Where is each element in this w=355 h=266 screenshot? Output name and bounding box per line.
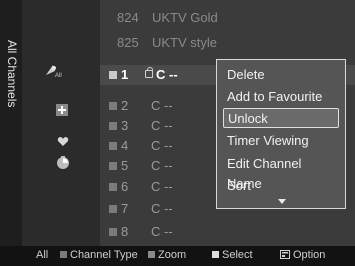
- channel-name: C --: [151, 98, 173, 113]
- zoom-key-icon: [148, 250, 155, 258]
- timer-icon[interactable]: [56, 156, 70, 170]
- channel-name: C --: [151, 138, 173, 153]
- select-key-icon: [212, 250, 219, 258]
- bottom-guide-bar: All Channel Type Zoom Select Option: [0, 246, 355, 266]
- channel-name: C --: [151, 118, 173, 133]
- channel-number: 824: [117, 10, 139, 25]
- channel-number: 6: [121, 179, 129, 194]
- list-item[interactable]: 8 C --: [100, 222, 355, 242]
- channel-type-icon: [109, 205, 117, 213]
- option-icon: [280, 249, 290, 259]
- channel-type-icon: [109, 102, 117, 110]
- channel-type-icon: [109, 183, 117, 191]
- channel-number: 2: [121, 98, 129, 113]
- menu-item-timer-viewing[interactable]: Timer Viewing: [223, 131, 339, 151]
- channel-name: UKTV Gold: [152, 10, 218, 25]
- menu-item-sort[interactable]: Sort: [223, 176, 339, 196]
- option-key[interactable]: Option: [280, 249, 325, 261]
- channel-type-icon: [109, 122, 117, 130]
- add-icon[interactable]: [55, 103, 69, 117]
- select-key[interactable]: Select: [212, 249, 253, 261]
- side-tab[interactable]: All Channels: [0, 0, 22, 246]
- channel-type-icon: [109, 71, 117, 79]
- channel-name: C --: [151, 201, 173, 216]
- lock-icon: [145, 67, 153, 78]
- side-tab-label: All Channels: [5, 40, 19, 108]
- channel-number: 825: [117, 35, 139, 50]
- option-label: Option: [293, 249, 326, 261]
- menu-item-add-to-favourite[interactable]: Add to Favourite: [223, 87, 339, 107]
- svg-text:All: All: [55, 73, 62, 78]
- menu-item-edit-channel-name[interactable]: Edit Channel Name: [223, 154, 339, 191]
- heart-icon[interactable]: [57, 136, 69, 147]
- channel-list-screen: All Channels All 824 UKTV Gold 825 UKTV …: [0, 0, 355, 266]
- channel-name: C --: [151, 224, 173, 239]
- channel-type-label: Channel Type: [70, 249, 138, 261]
- menu-item-delete[interactable]: Delete: [223, 65, 339, 85]
- channel-number: 7: [121, 201, 129, 216]
- channel-name: C --: [151, 158, 173, 173]
- channel-name: C --: [151, 179, 173, 194]
- options-menu: Delete Add to Favourite Unlock Timer Vie…: [216, 59, 346, 209]
- channel-type-icon: [109, 228, 117, 236]
- select-label: Select: [222, 249, 253, 261]
- all-label[interactable]: All: [36, 249, 48, 261]
- channel-type-key-icon: [60, 250, 67, 258]
- satellite-dish-icon[interactable]: All: [44, 62, 62, 78]
- zoom-label: Zoom: [158, 249, 187, 261]
- channel-type-icon: [109, 142, 117, 150]
- channel-number: 4: [121, 138, 129, 153]
- channel-number: 8: [121, 224, 129, 239]
- channel-type-icon: [109, 162, 117, 170]
- channel-number: 1: [121, 67, 129, 82]
- scroll-down-icon[interactable]: [278, 199, 286, 204]
- menu-item-unlock[interactable]: Unlock: [223, 108, 339, 128]
- list-item[interactable]: 825 UKTV style: [100, 33, 355, 53]
- icon-column: All: [22, 0, 100, 246]
- channel-name: C --: [156, 67, 178, 82]
- list-item[interactable]: 824 UKTV Gold: [100, 8, 355, 28]
- zoom-key[interactable]: Zoom: [148, 249, 186, 261]
- channel-number: 5: [121, 158, 129, 173]
- channel-number: 3: [121, 118, 129, 133]
- channel-name: UKTV style: [152, 35, 218, 50]
- channel-type-key[interactable]: Channel Type: [60, 249, 138, 261]
